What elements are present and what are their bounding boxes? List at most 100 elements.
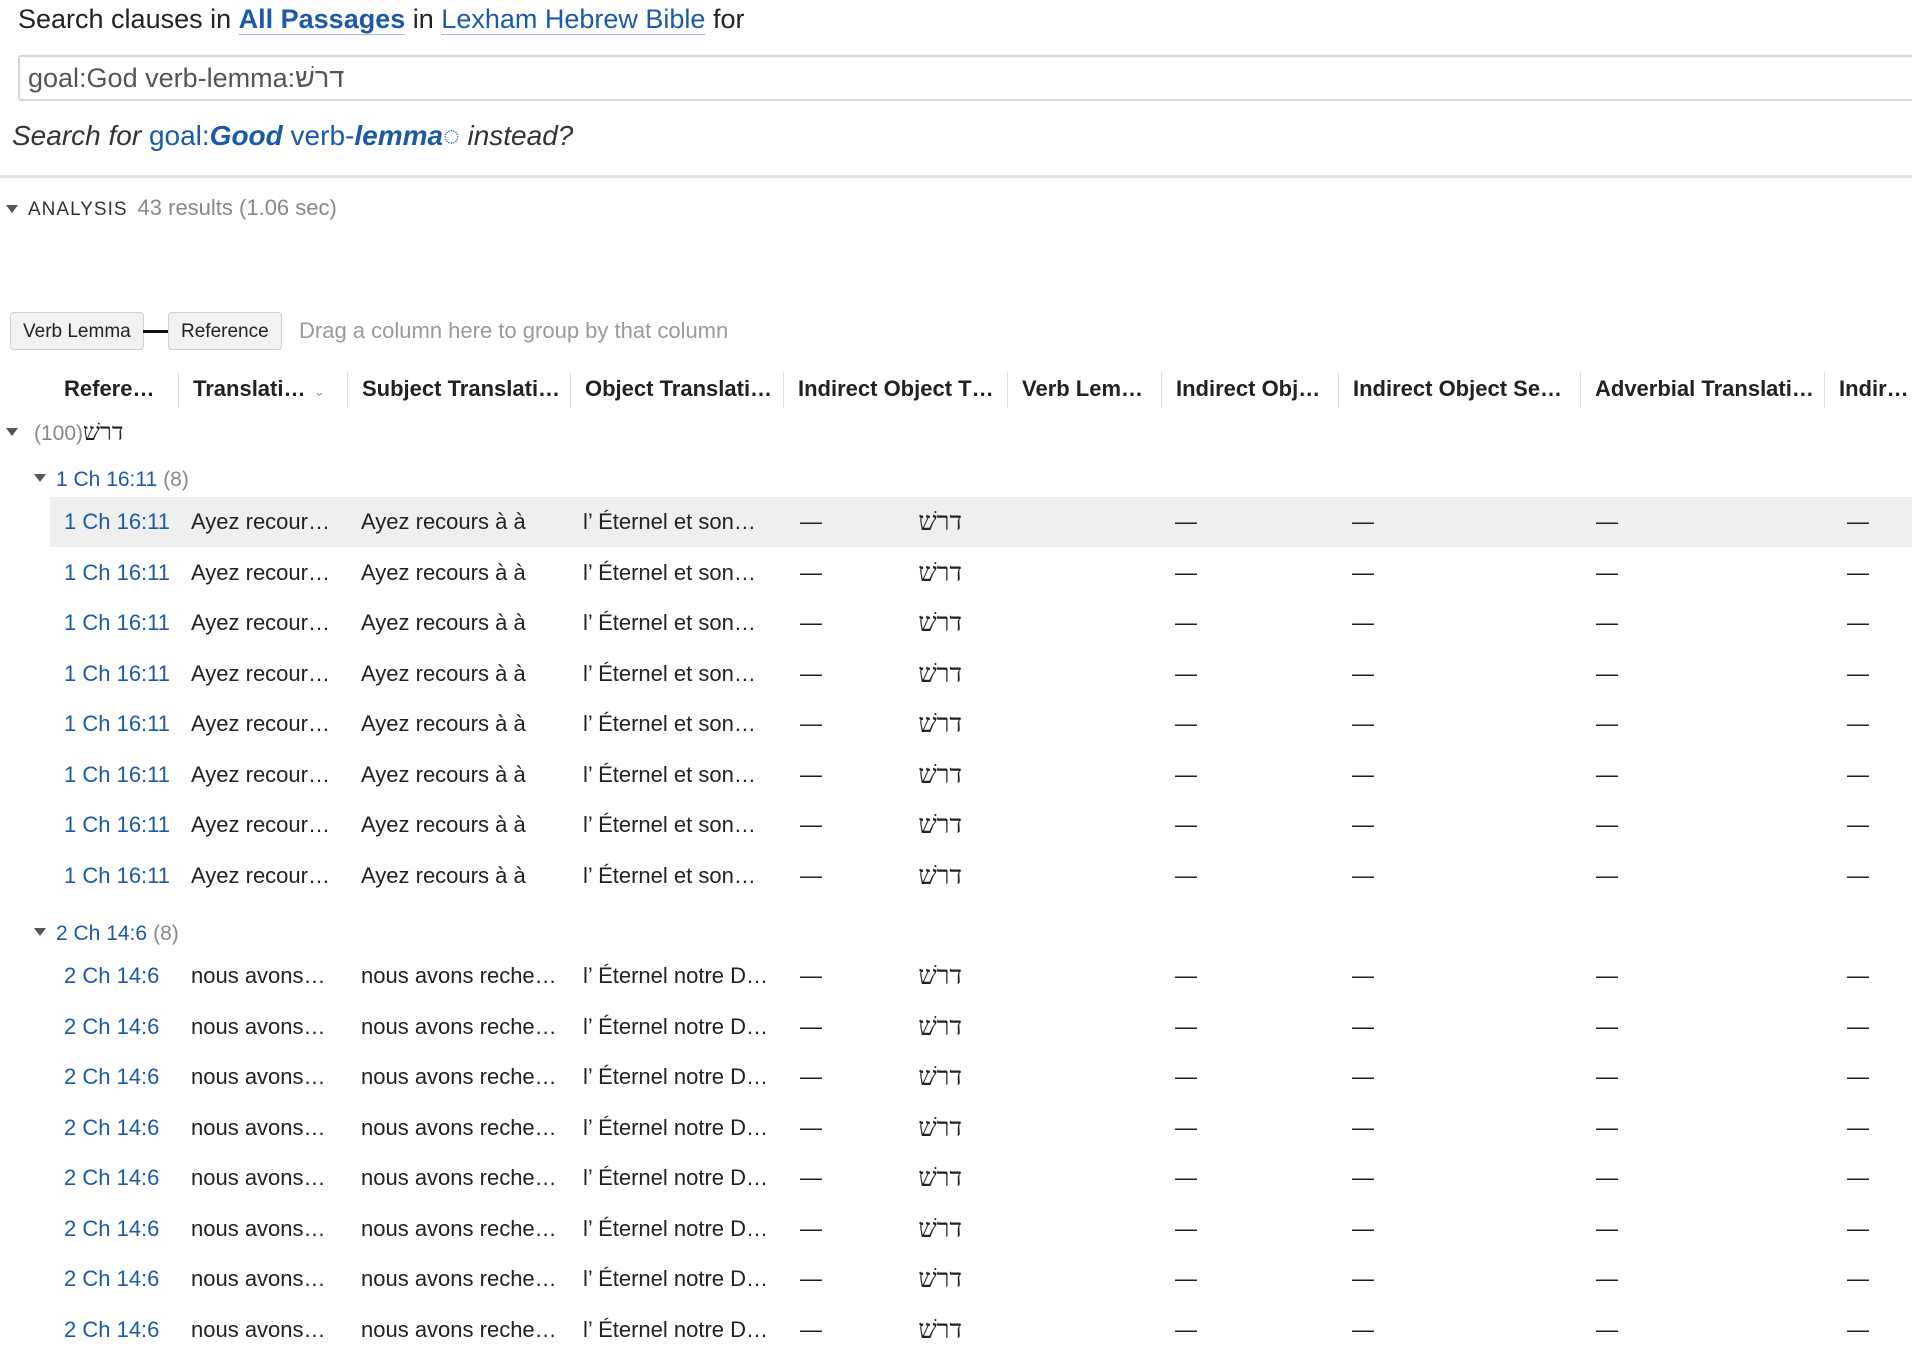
table-row[interactable]: 1 Ch 16:11 Ayez recour… Ayez recours à à l’… <box>50 598 1912 648</box>
suggest-mark: ◌ <box>443 120 460 151</box>
group-chip-reference[interactable]: Reference <box>168 312 282 350</box>
table-row[interactable]: 2 Ch 14:6 nous avons… nous avons reche… l’ … <box>50 1052 1912 1102</box>
cell-reference[interactable]: 2 Ch 14:6 <box>64 1204 188 1254</box>
cell-reference[interactable]: 2 Ch 14:6 <box>64 1305 188 1355</box>
resource-link[interactable]: Lexham Hebrew Bible <box>441 4 706 35</box>
cell-indirect-object-se: — <box>1352 1165 1374 1190</box>
cell-indirect-object-se: — <box>1352 1316 1374 1342</box>
cell-reference[interactable]: 2 Ch 14:6 <box>64 1103 188 1153</box>
table-row[interactable]: 2 Ch 14:6 nous avons… nous avons reche… l’ … <box>50 1103 1912 1153</box>
table-row[interactable]: 2 Ch 14:6 nous avons… nous avons reche… l’ … <box>50 951 1912 1001</box>
cell-indirect-object-translation: — <box>800 660 822 686</box>
scope-link[interactable]: All Passages <box>238 4 406 35</box>
cell-reference[interactable]: 1 Ch 16:11 <box>64 699 188 749</box>
cell-adverbial-translation: — <box>1596 761 1618 787</box>
table-row[interactable]: 2 Ch 14:6 nous avons… nous avons reche… l’ … <box>50 1002 1912 1052</box>
cell-adverbial-translation: — <box>1596 1165 1618 1190</box>
group-row-reference[interactable]: 1 Ch 16:11 (8) <box>34 468 189 498</box>
column-header-label: Indirect Object T… <box>798 376 994 401</box>
cell-translation: Ayez recour… <box>191 559 330 585</box>
cell-reference[interactable]: 1 Ch 16:11 <box>64 497 188 547</box>
cell-subject-translation: nous avons reche… <box>361 1013 557 1039</box>
column-header-subject-translation[interactable]: Subject Translati… <box>348 372 571 408</box>
column-header-label: Indirect <box>1839 376 1912 401</box>
column-header-label: Verb Lem… <box>1022 376 1144 401</box>
table-row[interactable]: 1 Ch 16:11 Ayez recour… Ayez recours à à l’… <box>50 497 1912 547</box>
cell-reference[interactable]: 1 Ch 16:11 <box>64 750 188 800</box>
cell-subject-translation: Ayez recours à à <box>361 660 526 686</box>
column-header-object-translation[interactable]: Object Translati… <box>571 372 784 408</box>
cell-reference[interactable]: 1 Ch 16:11 <box>64 649 188 699</box>
column-header-indirect-object[interactable]: Indirect Obj… <box>1162 372 1339 408</box>
expand-triangle-icon[interactable] <box>34 474 46 483</box>
cell-reference[interactable]: 2 Ch 14:6 <box>64 1002 188 1052</box>
table-row[interactable]: 2 Ch 14:6 nous avons… nous avons reche… l’ … <box>50 1254 1912 1304</box>
cell-indirect-object-translation: — <box>800 1316 822 1342</box>
column-header-indirect-object-se[interactable]: Indirect Object Se… <box>1339 372 1581 408</box>
cell-object-translation: l’ Éternel notre D… <box>583 1114 769 1140</box>
cell-indirect-object: — <box>1175 660 1197 686</box>
table-row[interactable]: 2 Ch 14:6 nous avons… nous avons reche… l’ … <box>50 1204 1912 1254</box>
cell-indirect-object: — <box>1175 963 1197 988</box>
suggest-verb: verb- <box>282 120 355 151</box>
column-header-verb-lemma[interactable]: Verb Lem… <box>1008 372 1162 408</box>
table-row[interactable]: 1 Ch 16:11 Ayez recour… Ayez recours à à l’… <box>50 649 1912 699</box>
sort-caret-icon[interactable]: ⌄ <box>313 374 325 408</box>
group-drop-hint: Drag a column here to group by that colu… <box>299 318 729 343</box>
suggestion-link[interactable]: goal:Good verb-lemma◌ <box>149 120 460 151</box>
table-row[interactable]: 1 Ch 16:11 Ayez recour… Ayez recours à à l’… <box>50 750 1912 800</box>
cell-indirect-object-translation: — <box>800 509 822 534</box>
table-row[interactable]: 1 Ch 16:11 Ayez recour… Ayez recours à à l’… <box>50 699 1912 749</box>
cell-subject-translation: Ayez recours à à <box>361 509 526 534</box>
collapse-triangle-icon[interactable] <box>6 204 18 213</box>
cell-reference[interactable]: 2 Ch 14:6 <box>64 1052 188 1102</box>
cell-indirect: — <box>1847 862 1869 888</box>
table-row[interactable]: 2 Ch 14:6 nous avons… nous avons reche… l’ … <box>50 1153 1912 1203</box>
expand-triangle-icon[interactable] <box>34 928 46 937</box>
cell-indirect: — <box>1847 1215 1869 1241</box>
cell-adverbial-translation: — <box>1596 812 1618 837</box>
table-row[interactable]: 1 Ch 16:11 Ayez recour… Ayez recours à à l’… <box>50 800 1912 850</box>
cell-indirect-object-se: — <box>1352 761 1374 787</box>
cell-indirect: — <box>1847 1114 1869 1140</box>
column-header-adverbial-translation[interactable]: Adverbial Translati… <box>1581 372 1825 408</box>
group-row-verb-lemma[interactable]: דרשׁ(100) <box>0 418 123 448</box>
cell-verb-lemma: דרשׁ <box>918 860 962 891</box>
group-count: (100) <box>34 422 84 445</box>
cell-reference[interactable]: 1 Ch 16:11 <box>64 598 188 648</box>
cell-translation: Ayez recour… <box>191 862 330 888</box>
column-header-label: Indirect Obj… <box>1176 376 1321 401</box>
suggest-prefix: Search for <box>12 120 142 151</box>
expand-triangle-icon[interactable] <box>6 427 18 436</box>
analysis-header[interactable]: ANALYSIS 43 results (1.06 sec) <box>0 195 337 221</box>
suggest-goal: goal: <box>148 120 210 151</box>
cell-verb-lemma: דרשׁ <box>918 1163 962 1193</box>
table-row[interactable]: 1 Ch 16:11 Ayez recour… Ayez recours à à l’… <box>50 548 1912 598</box>
cell-adverbial-translation: — <box>1596 1064 1618 1089</box>
cell-reference[interactable]: 2 Ch 14:6 <box>64 951 188 1001</box>
column-header-reference[interactable]: Refere… <box>50 372 179 408</box>
group-chip-connector <box>143 330 168 333</box>
cell-reference[interactable]: 1 Ch 16:11 <box>64 851 188 901</box>
cell-adverbial-translation: — <box>1596 963 1618 988</box>
cell-reference[interactable]: 1 Ch 16:11 <box>64 800 188 850</box>
cell-adverbial-translation: — <box>1596 1114 1618 1140</box>
table-row[interactable]: 2 Ch 14:6 nous avons… nous avons reche… l’ … <box>50 1305 1912 1355</box>
column-header-indirect[interactable]: Indirect <box>1825 372 1912 408</box>
cell-indirect: — <box>1847 1316 1869 1342</box>
cell-translation: nous avons… <box>191 1013 326 1039</box>
cell-reference[interactable]: 1 Ch 16:11 <box>64 548 188 598</box>
column-header-indirect-object-translation[interactable]: Indirect Object T… <box>784 372 1008 408</box>
table-row[interactable]: 1 Ch 16:11 Ayez recour… Ayez recours à à l’… <box>50 851 1912 901</box>
cell-indirect: — <box>1847 761 1869 787</box>
cell-indirect-object-translation: — <box>800 1064 822 1089</box>
column-header-translation[interactable]: Translati… ⌄ <box>179 372 348 408</box>
cell-reference[interactable]: 2 Ch 14:6 <box>64 1153 188 1203</box>
cell-verb-lemma: דרשׁ <box>918 608 962 638</box>
cell-verb-lemma: דרשׁ <box>918 1314 962 1345</box>
group-row-reference[interactable]: 2 Ch 14:6 (8) <box>34 922 179 952</box>
suggest-suffix: instead? <box>467 120 574 151</box>
group-chip-verb-lemma[interactable]: Verb Lemma <box>10 312 144 350</box>
cell-reference[interactable]: 2 Ch 14:6 <box>64 1254 188 1304</box>
search-query-input[interactable] <box>18 55 1912 101</box>
